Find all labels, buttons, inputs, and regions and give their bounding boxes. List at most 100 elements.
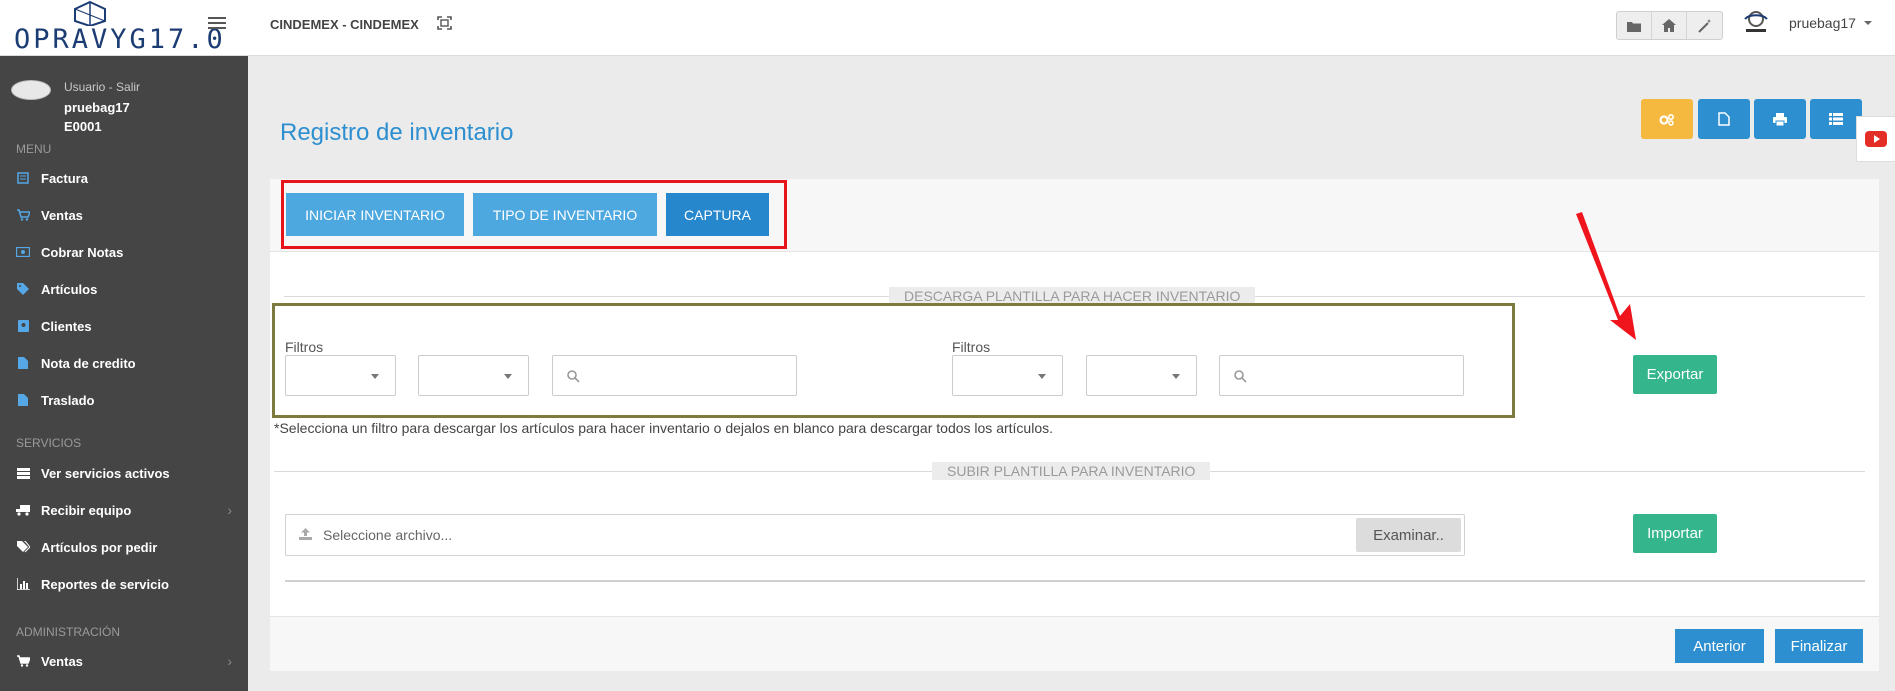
step-tipo-de-inventario[interactable]: TIPO DE INVENTARIO <box>473 193 657 236</box>
sidebar-item-label: Clientes <box>41 318 92 334</box>
document-icon <box>16 394 30 406</box>
sidebar-item-reportes-servicio[interactable]: Reportes de servicio <box>0 569 248 599</box>
user-menu[interactable]: pruebag17 <box>1789 15 1856 31</box>
app-logo[interactable]: OPRAVYG17.0 <box>14 0 223 56</box>
sidebar-item-label: Artículos por pedir <box>41 539 158 555</box>
folder-icon <box>1627 21 1641 32</box>
export-button[interactable]: Exportar <box>1633 355 1717 394</box>
caret-down-icon <box>1038 374 1046 379</box>
upload-legend: SUBIR PLANTILLA PARA INVENTARIO <box>932 462 1211 480</box>
truck-icon <box>16 504 30 516</box>
list-button[interactable] <box>1810 99 1862 139</box>
sidebar-item-cobrar-notas[interactable]: Cobrar Notas <box>0 237 248 267</box>
sidebar-item-label: Nota de credito <box>41 355 136 371</box>
filter-select-3[interactable] <box>952 355 1063 396</box>
sidebar-item-articulos[interactable]: Artículos <box>0 274 248 304</box>
chevron-right-icon: › <box>227 653 232 669</box>
sidebar-item-articulos-por-pedir[interactable]: Artículos por pedir <box>0 532 248 562</box>
filter-search-input-1[interactable] <box>552 355 797 396</box>
step-iniciar-inventario[interactable]: INICIAR INVENTARIO <box>286 193 464 236</box>
cart-icon <box>16 655 30 667</box>
sidebar-item-traslado[interactable]: Traslado <box>0 385 248 415</box>
sidebar-item-label: Cobrar Notas <box>41 244 124 260</box>
new-document-button[interactable] <box>1698 99 1750 139</box>
sidebar-item-factura[interactable]: Factura <box>0 163 248 193</box>
sidebar-item-label: Ventas <box>41 653 83 669</box>
quick-actions-group <box>1616 11 1723 40</box>
sidebar-item-clientes[interactable]: Clientes <box>0 311 248 341</box>
settings-button[interactable] <box>1641 99 1693 139</box>
company-name: CINDEMEX - CINDEMEX <box>270 17 419 32</box>
company-logo-icon <box>1744 11 1768 32</box>
sidebar-item-label: Reportes de servicio <box>41 576 169 592</box>
avatar <box>11 80 51 100</box>
tag-icon <box>16 283 30 295</box>
money-icon <box>16 246 30 258</box>
file-input-placeholder: Seleccione archivo... <box>323 527 453 543</box>
address-book-icon <box>16 320 30 332</box>
filter-select-4[interactable] <box>1086 355 1197 396</box>
sidebar: Usuario - Salir pruebag17 E0001 MENU Fac… <box>0 56 248 691</box>
previous-button[interactable]: Anterior <box>1675 629 1764 663</box>
import-button[interactable]: Importar <box>1633 514 1717 553</box>
bar-chart-icon <box>16 578 30 590</box>
sidebar-item-ventas[interactable]: Ventas <box>0 200 248 230</box>
section-administracion: ADMINISTRACIÓN <box>16 625 121 639</box>
magic-button[interactable] <box>1687 12 1722 39</box>
chevron-down-icon[interactable] <box>1864 21 1872 25</box>
browse-button[interactable]: Examinar.. <box>1356 518 1461 552</box>
filter-search-input-2[interactable] <box>1219 355 1464 396</box>
search-icon <box>1234 370 1247 383</box>
tags-icon <box>16 541 30 553</box>
print-button[interactable] <box>1754 99 1806 139</box>
filter-select-1[interactable] <box>285 355 396 396</box>
home-icon <box>1662 19 1676 32</box>
divider <box>285 580 1865 582</box>
step-captura[interactable]: CAPTURA <box>666 193 769 236</box>
caret-down-icon <box>1172 374 1180 379</box>
sidebar-item-label: Factura <box>41 170 88 186</box>
user-links[interactable]: Usuario - Salir <box>64 80 140 94</box>
filter-select-2[interactable] <box>418 355 529 396</box>
upload-icon <box>299 528 312 540</box>
top-bar: OPRAVYG17.0 CINDEMEX - CINDEMEX pruebag1… <box>0 0 1895 56</box>
youtube-button[interactable] <box>1856 116 1895 162</box>
menu-toggle-icon[interactable] <box>208 17 226 32</box>
filter-label: Filtros <box>285 339 324 355</box>
youtube-icon <box>1865 131 1887 147</box>
file-icon <box>1718 112 1730 126</box>
sidebar-item-label: Ver servicios activos <box>41 465 170 481</box>
fullscreen-icon[interactable] <box>437 16 452 30</box>
finish-button[interactable]: Finalizar <box>1775 629 1863 663</box>
sidebar-item-label: Artículos <box>41 281 98 297</box>
sidebar-item-admin-ventas[interactable]: Ventas › <box>0 646 248 676</box>
invoice-icon <box>16 172 30 184</box>
sidebar-user-code: E0001 <box>64 119 102 134</box>
page-title: Registro de inventario <box>280 119 514 146</box>
sidebar-item-ver-servicios[interactable]: Ver servicios activos <box>0 458 248 488</box>
sidebar-item-nota-de-credito[interactable]: Nota de credito <box>0 348 248 378</box>
logo-cube-icon <box>74 0 106 26</box>
sidebar-user-name: pruebag17 <box>64 100 130 115</box>
sidebar-item-recibir-equipo[interactable]: Recibir equipo › <box>0 495 248 525</box>
chevron-right-icon: › <box>227 502 232 518</box>
list-icon <box>1829 113 1843 125</box>
magic-wand-icon <box>1697 18 1711 33</box>
logo-text: OPRAVYG17.0 <box>14 24 226 55</box>
file-input[interactable]: Seleccione archivo... Examinar.. <box>285 514 1465 556</box>
filter-note: *Selecciona un filtro para descargar los… <box>274 420 1053 436</box>
section-menu: MENU <box>16 142 52 156</box>
sidebar-item-label: Recibir equipo <box>41 502 132 518</box>
caret-down-icon <box>504 374 512 379</box>
print-icon <box>1773 112 1787 126</box>
document-icon <box>16 357 30 369</box>
caret-down-icon <box>371 374 379 379</box>
sidebar-item-label: Ventas <box>41 207 83 223</box>
home-button[interactable] <box>1652 12 1687 39</box>
folder-button[interactable] <box>1617 12 1652 39</box>
section-servicios: SERVICIOS <box>16 436 82 450</box>
cart-icon <box>16 209 30 221</box>
wizard-footer <box>270 616 1879 671</box>
search-icon <box>567 370 580 383</box>
sidebar-item-label: Traslado <box>41 392 95 408</box>
